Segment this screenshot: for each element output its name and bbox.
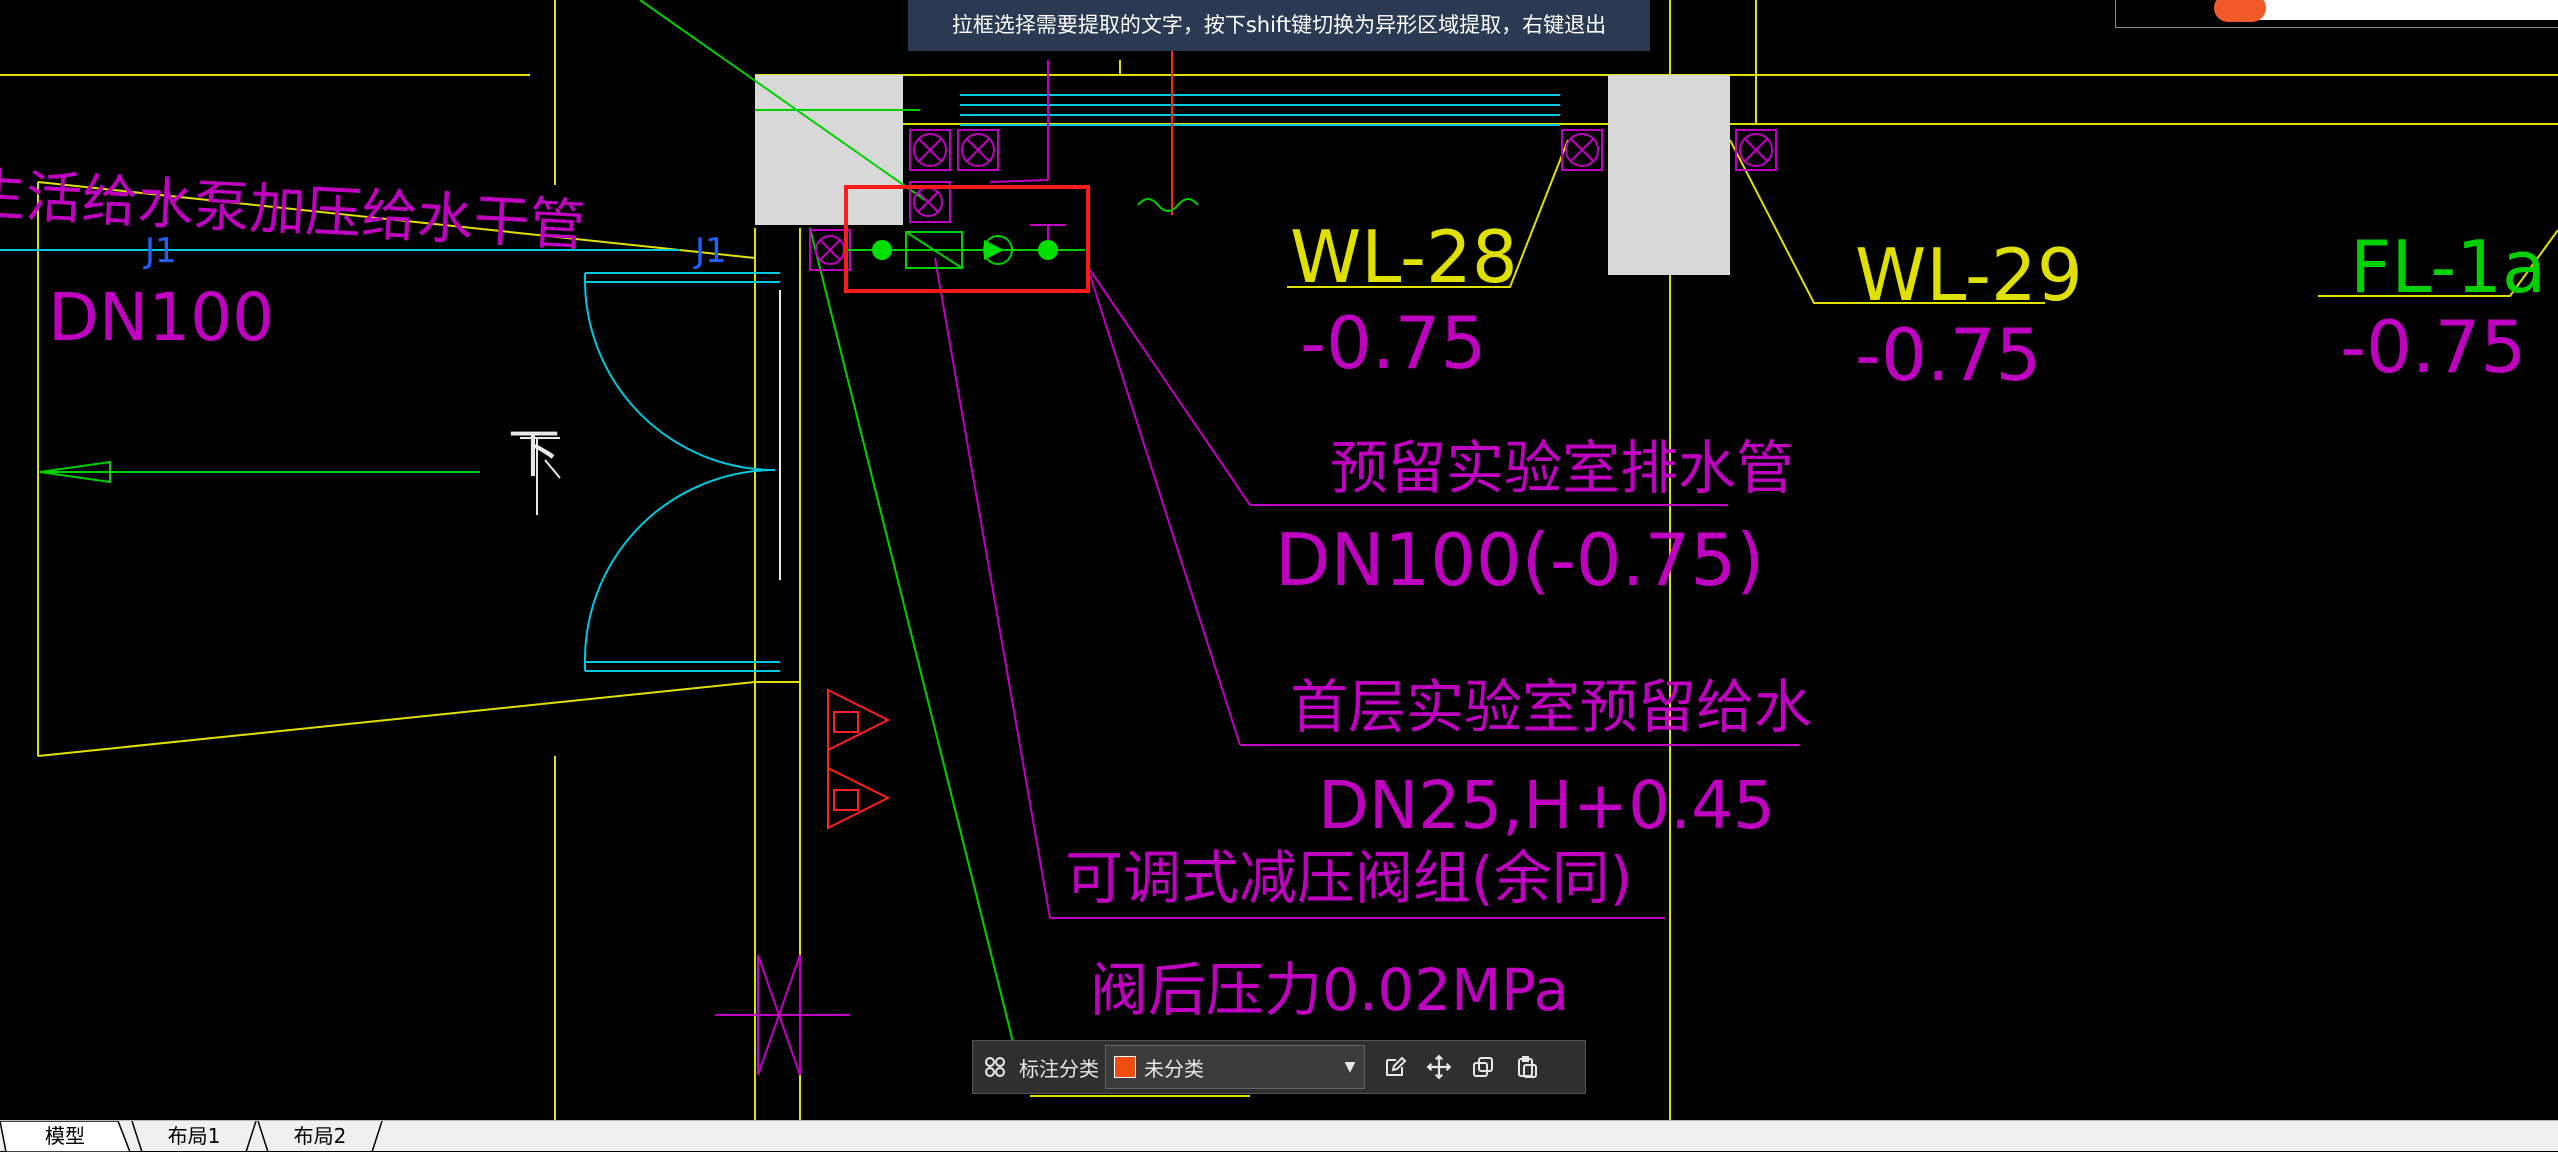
tab-layout-2[interactable]: 布局2 xyxy=(250,1121,390,1152)
app-logo-icon xyxy=(2214,0,2266,22)
category-label: 标注分类 xyxy=(1019,1056,1099,1081)
prv-group-label: 可调式减压阀组(余同) xyxy=(1065,844,1632,912)
pump-main-pipe-label: 生活给水泵加压给水干管 xyxy=(0,162,587,259)
dn100-label: DN100 xyxy=(48,279,274,356)
grid-icon[interactable] xyxy=(973,1045,1017,1089)
annotation-toolbar: 标注分类 未分类 ▼ xyxy=(972,1040,1586,1094)
j1-label-left: J1 xyxy=(143,231,177,271)
category-value: 未分类 xyxy=(1144,1056,1204,1081)
cad-drawing: 生活给水泵加压给水干管 J1 J1 DN100 下 WL-28 -0.75 WL… xyxy=(0,0,2558,1120)
layout-tab-bar: 模型 布局1 布局2 xyxy=(0,1120,2558,1152)
tab-layout-2-label: 布局2 xyxy=(293,1124,347,1148)
tab-layout-1[interactable]: 布局1 xyxy=(124,1121,264,1152)
wl-29-level: -0.75 xyxy=(1855,313,2041,397)
lab-supply-label: 首层实验室预留给水 xyxy=(1290,673,1812,741)
lab-supply-size: DN25,H+0.45 xyxy=(1318,767,1775,844)
chevron-down-icon: ▼ xyxy=(1344,1059,1356,1075)
prv-group-symbol xyxy=(848,224,1085,269)
prv-pressure-label: 阀后压力0.02MPa xyxy=(1090,956,1569,1024)
move-icon[interactable] xyxy=(1417,1045,1461,1089)
wl-29-label: WL-29 xyxy=(1855,233,2083,317)
j1-label-mid: J1 xyxy=(693,231,727,271)
tab-model[interactable]: 模型 xyxy=(0,1121,130,1152)
top-right-buttons[interactable] xyxy=(2229,0,2558,20)
down-arrow-label: 下 xyxy=(508,425,560,485)
edit-icon[interactable] xyxy=(1373,1045,1417,1089)
fl-1a-label: FL-1a xyxy=(2350,225,2546,309)
category-color-swatch xyxy=(1114,1056,1136,1078)
lab-drain-size: DN100(-0.75) xyxy=(1275,518,1764,602)
top-right-floating-toolbar[interactable] xyxy=(2115,0,2558,28)
extract-text-hint: 拉框选择需要提取的文字，按下shift键切换为异形区域提取，右键退出 xyxy=(908,0,1650,51)
wl-28-level: -0.75 xyxy=(1300,301,1486,385)
tab-model-label: 模型 xyxy=(45,1124,85,1148)
lab-drain-label: 预留实验室排水管 xyxy=(1330,434,1794,502)
fl-1a-level: -0.75 xyxy=(2340,305,2526,389)
copy-icon[interactable] xyxy=(1461,1045,1505,1089)
wl-28-label: WL-28 xyxy=(1290,215,1518,299)
tab-layout-1-label: 布局1 xyxy=(167,1124,221,1148)
cad-drawing-canvas[interactable]: 生活给水泵加压给水干管 J1 J1 DN100 下 WL-28 -0.75 WL… xyxy=(0,0,2558,1120)
category-select[interactable]: 未分类 ▼ xyxy=(1105,1045,1365,1089)
paste-icon[interactable] xyxy=(1505,1045,1549,1089)
